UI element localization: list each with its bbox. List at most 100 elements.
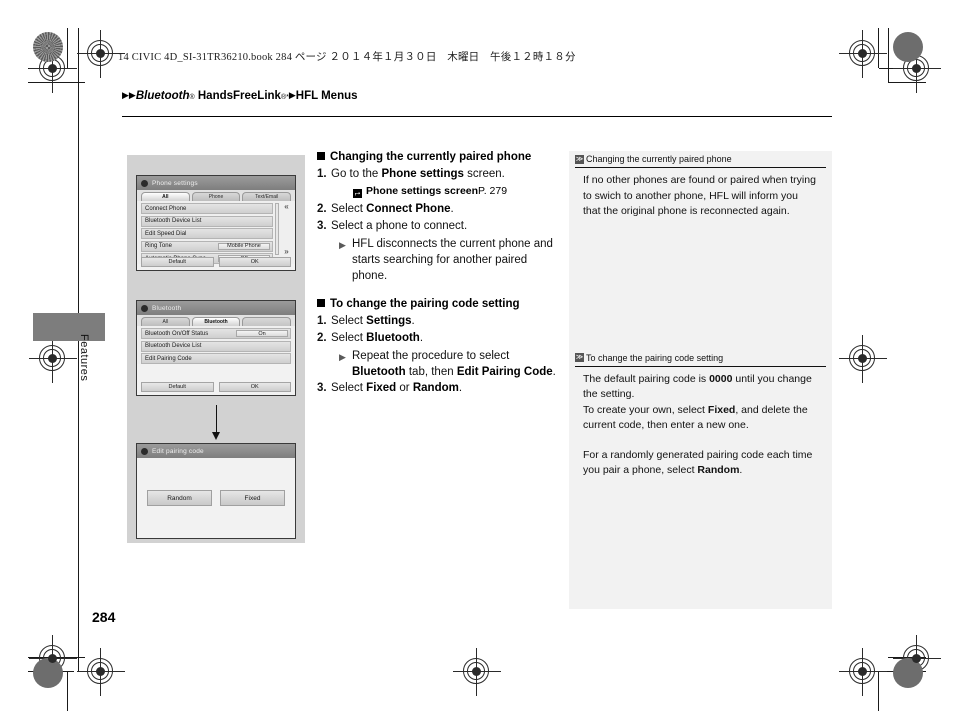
screenshot-bluetooth-settings: Bluetooth All Bluetooth Bluetooth On/Off… xyxy=(136,300,296,396)
color-dot xyxy=(33,658,63,688)
step-number: 2. xyxy=(317,202,327,215)
step-text-post: . xyxy=(411,314,415,327)
note-para2-pre: To create your own, select xyxy=(583,403,708,416)
note-body-pairing-code: The default pairing code is 0000 until y… xyxy=(569,367,832,479)
chevron-right-icon: ▶ xyxy=(122,90,129,100)
step-text-bold2: Random xyxy=(412,381,459,394)
step-detail-pre: Repeat the procedure to select xyxy=(352,349,510,362)
breadcrumb-handsfreelink: HandsFreeLink xyxy=(197,90,281,102)
screen-default-button: Default xyxy=(141,382,214,392)
screen-row-label: Edit Speed Dial xyxy=(145,230,187,237)
step-item: 2. Select Connect Phone. xyxy=(317,201,557,218)
note-paragraph: For a randomly generated pairing code ea… xyxy=(583,448,818,479)
screen-tab-empty xyxy=(242,317,292,326)
step-text-bold: Phone settings xyxy=(381,168,464,180)
screenshot-phone-settings: Phone settings All Phone Text/Email Conn… xyxy=(136,175,296,271)
step-text-bold: Connect Phone xyxy=(366,202,451,215)
breadcrumb: ▶ ▶ Bluetooth ® HandsFreeLink ®* ▶ HFL Men… xyxy=(122,90,358,102)
double-arrow-icon: ≫ xyxy=(575,353,584,362)
flow-down-arrow-icon xyxy=(212,405,219,440)
cross-reference[interactable]: ⮣ Phone settings screen P. 279 xyxy=(353,184,557,199)
screen-ok-button: OK xyxy=(218,382,291,392)
screen-row-label: Bluetooth Device List xyxy=(145,218,202,224)
step-text-post: . xyxy=(419,332,424,344)
step-detail-mid: tab, then xyxy=(405,365,457,378)
registration-mark xyxy=(839,30,887,78)
screen-tab-bluetooth: Bluetooth xyxy=(191,317,241,326)
note-paragraph: To create your own, select Fixed, and de… xyxy=(583,403,818,434)
step-text-pre: Select xyxy=(331,332,367,344)
step-text-post: . xyxy=(458,381,463,394)
registration-mark xyxy=(453,648,501,696)
triangle-right-icon: ▶ xyxy=(339,239,346,250)
step-detail-text: Repeat the procedure to select Bluetooth… xyxy=(352,348,557,380)
screen-title-bar: Phone settings xyxy=(137,176,295,190)
note-body-changing-phone: If no other phones are found or paired w… xyxy=(569,168,832,220)
instruction-column: Changing the currently paired phone 1. G… xyxy=(317,151,557,397)
note-heading-text: Changing the currently paired phone xyxy=(586,154,732,164)
crop-line xyxy=(28,82,85,83)
section-bullet-icon xyxy=(317,152,325,160)
screen-title: Phone settings xyxy=(152,179,198,187)
screen-row-list: Connect Phone Bluetooth Device List Edit… xyxy=(137,201,295,264)
step-text: Select Settings. xyxy=(331,313,557,330)
breadcrumb-section: HFL Menus xyxy=(295,90,358,102)
step-detail-post: . xyxy=(552,365,556,378)
color-dot xyxy=(893,658,923,688)
screen-row-label: Bluetooth Device List xyxy=(145,343,202,349)
step-number: 3. xyxy=(317,381,327,394)
crop-line xyxy=(67,671,68,711)
screen-status-icon xyxy=(141,304,148,312)
screen-tab-phone: Phone xyxy=(191,192,241,201)
reference-label: Phone settings screen xyxy=(366,184,479,197)
book-file-line: 14 CIVIC 4D_SI-31TR36210.book 284 ページ ２０… xyxy=(118,52,576,63)
pairing-code-buttons: Random Fixed xyxy=(147,490,285,506)
step-number: 1. xyxy=(317,168,327,180)
note-heading-pairing-code: ≫ To change the pairing code setting xyxy=(575,350,826,367)
color-dot xyxy=(893,32,923,62)
screen-status-icon xyxy=(141,447,148,455)
breadcrumb-bluetooth: Bluetooth xyxy=(135,90,190,102)
screen-default-button: Default xyxy=(141,257,214,267)
screen-row-label: Edit Pairing Code xyxy=(145,355,192,362)
screen-tab-bar: All Phone Text/Email xyxy=(137,190,295,201)
screen-tab-all: All xyxy=(141,317,190,326)
screen-row-list: Bluetooth On/Off Status On Bluetooth Dev… xyxy=(137,326,295,364)
note-para1-pre: The default pairing code is xyxy=(583,372,710,385)
note-heading-changing-phone: ≫ Changing the currently paired phone xyxy=(575,151,826,168)
note-para3-post: . xyxy=(739,464,743,476)
screen-row: Edit Pairing Code xyxy=(141,353,291,364)
step-item: 1. Go to the Phone settings screen. xyxy=(317,166,557,183)
section-heading-text: Changing the currently paired phone xyxy=(330,151,532,163)
note-para1-bold: 0000 xyxy=(709,372,733,385)
crop-line xyxy=(878,28,879,68)
step-text-pre: Select xyxy=(331,381,367,394)
screen-bottom-bar: Default OK xyxy=(141,257,291,267)
note-para3-bold: Random xyxy=(697,464,740,476)
crop-line xyxy=(78,28,79,82)
chapter-tab-label: Features xyxy=(78,334,90,382)
screen-fixed-button: Fixed xyxy=(220,490,285,506)
crop-line xyxy=(888,28,889,82)
step-item: 1. Select Settings. xyxy=(317,313,557,330)
screen-title: Bluetooth xyxy=(152,304,182,312)
screen-row: Ring Tone Mobile Phone xyxy=(141,240,273,252)
crop-line xyxy=(878,671,879,711)
screen-row-label: Ring Tone xyxy=(145,243,172,249)
step-text-pre: Select xyxy=(331,314,367,327)
screen-ok-button: OK xyxy=(218,257,291,267)
screen-bottom-bar: Default OK xyxy=(141,382,291,392)
step-text-mid: or xyxy=(396,381,413,394)
registration-mark xyxy=(839,648,887,696)
screen-row: Edit Speed Dial xyxy=(141,228,273,239)
crop-line xyxy=(888,82,926,83)
step-text: Select Bluetooth. xyxy=(331,330,557,347)
section-heading-changing-phone: Changing the currently paired phone xyxy=(317,151,557,163)
breadcrumb-handsfreelink-sup: ®* xyxy=(280,94,289,101)
color-dot xyxy=(33,32,63,62)
step-detail-text: HFL disconnects the current phone and st… xyxy=(352,237,553,282)
step-number: 1. xyxy=(317,314,327,327)
screenshot-edit-pairing-code: Edit pairing code Random Fixed xyxy=(136,443,296,539)
screen-row-label: Bluetooth On/Off Status xyxy=(145,330,209,337)
note-paragraph: The default pairing code is 0000 until y… xyxy=(583,372,818,403)
